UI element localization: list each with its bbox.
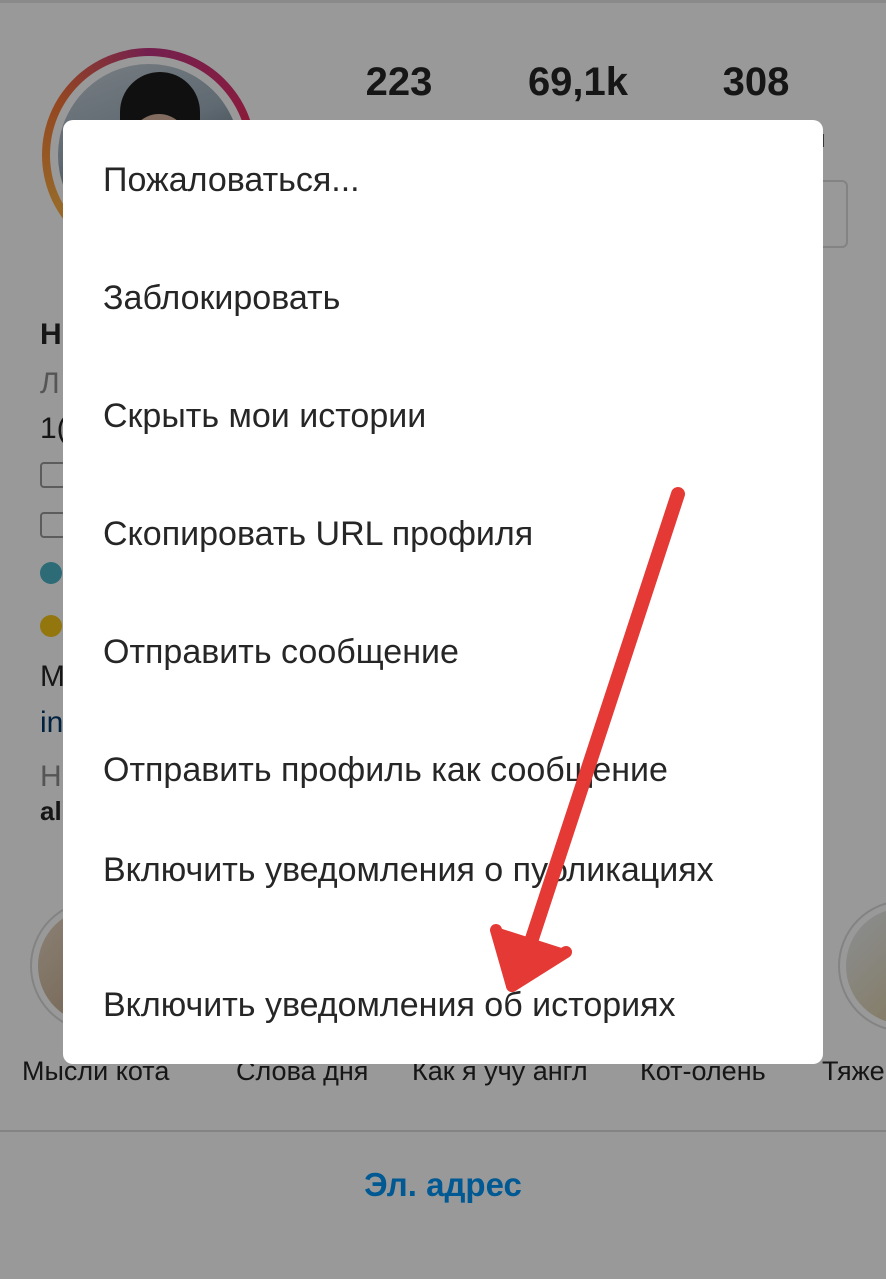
menu-item-hide-stories[interactable]: Скрыть мои истории: [103, 391, 803, 441]
menu-item-copy-profile-url[interactable]: Скопировать URL профиля: [103, 509, 803, 559]
menu-item-report[interactable]: Пожаловаться...: [103, 155, 803, 205]
menu-item-story-notifications[interactable]: Включить уведомления об историях: [103, 980, 803, 1030]
profile-options-menu: Пожаловаться... Заблокировать Скрыть мои…: [63, 120, 823, 1064]
menu-item-post-notifications[interactable]: Включить уведомления о публикациях: [103, 834, 803, 906]
menu-item-send-message[interactable]: Отправить сообщение: [103, 627, 803, 677]
menu-item-share-profile[interactable]: Отправить профиль как сообщение: [103, 745, 803, 795]
menu-item-block[interactable]: Заблокировать: [103, 273, 803, 323]
